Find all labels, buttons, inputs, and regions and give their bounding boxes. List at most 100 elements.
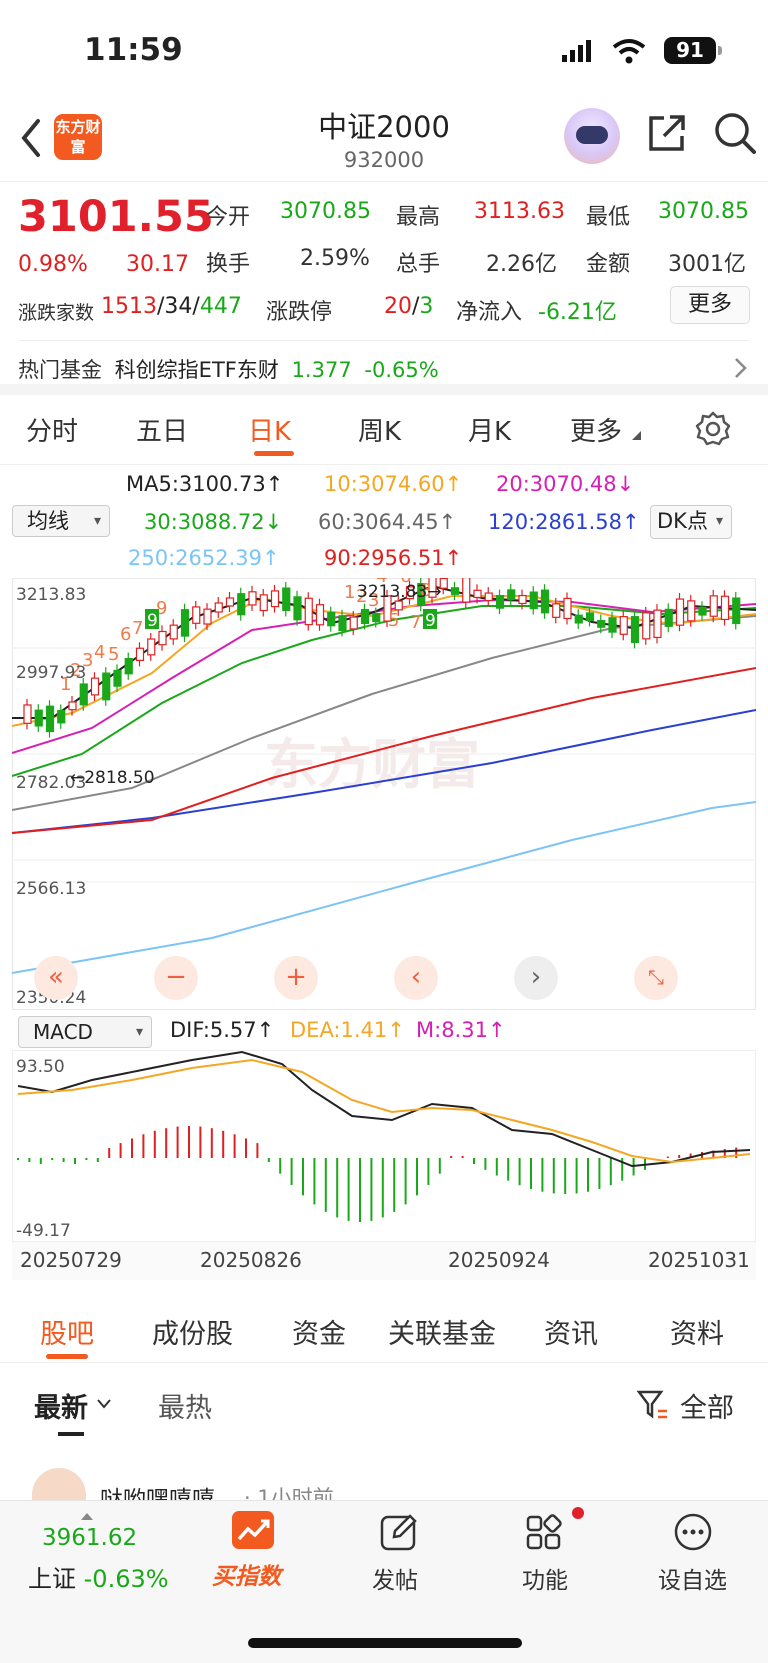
post-time: · 1小时前 (244, 1486, 334, 1500)
caret-up-icon (81, 1513, 93, 1520)
candle-body (79, 683, 88, 706)
compose-icon[interactable] (378, 1511, 420, 1553)
candle-body (248, 591, 257, 606)
turnover-label: 换手 (206, 252, 251, 277)
candle-body (360, 608, 370, 625)
macd-y-max: 93.50 (16, 1057, 65, 1077)
ma-select[interactable]: 均线 (12, 505, 110, 537)
filter-icon[interactable] (636, 1388, 670, 1422)
ma20-label: 20:3070.48↓ (496, 472, 635, 496)
tab-constituents[interactable]: 成份股 (152, 1312, 233, 1351)
scroll-left-button[interactable]: ‹ (394, 956, 438, 1000)
td-mark-red: 7 (410, 612, 421, 633)
candle-body (585, 612, 595, 622)
buy-index-label[interactable]: 买指数 (212, 1557, 281, 1591)
candle-body (158, 630, 167, 646)
tab-monthly-k[interactable]: 月K (468, 411, 511, 448)
dropdown-triangle-icon (632, 431, 641, 440)
ma90-label: 90:2956.51↑ (324, 546, 463, 570)
candle-body (34, 709, 43, 727)
battery-indicator: 91 (664, 37, 722, 64)
candle-body (484, 592, 493, 602)
functions-label[interactable]: 功能 (522, 1561, 568, 1595)
candle-body (315, 604, 325, 626)
ma250-label: 250:2652.39↑ (128, 546, 280, 570)
candle-body (180, 609, 190, 637)
m-label: M:8.31↑ (416, 1018, 506, 1042)
candle-body (113, 669, 122, 687)
date-label: 20251031 (648, 1248, 750, 1272)
candle-body (495, 595, 505, 609)
amount-label: 金额 (586, 252, 631, 277)
indicator-select[interactable]: MACD (18, 1016, 152, 1048)
avatar[interactable] (32, 1468, 86, 1500)
candle-body (282, 587, 291, 612)
tab-daily-k[interactable]: 日K (248, 411, 291, 448)
dock-index-name: 上证 (28, 1565, 76, 1593)
scroll-to-start-button[interactable]: « (34, 956, 78, 1000)
candle-body (563, 597, 572, 620)
apps-grid-icon[interactable] (524, 1511, 568, 1553)
zoom-in-button[interactable]: + (274, 956, 318, 1000)
search-icon[interactable] (712, 110, 758, 156)
assistant-robot-icon[interactable] (564, 108, 620, 164)
more-button[interactable]: 更多 (670, 286, 750, 324)
tab-profile[interactable]: 资料 (670, 1312, 724, 1351)
candle-body (57, 709, 66, 724)
tab-related-funds[interactable]: 关联基金 (388, 1312, 496, 1351)
add-watchlist-label[interactable]: 设自选 (658, 1561, 727, 1595)
y-label-max: 3213.83 (16, 585, 86, 605)
dea-line (17, 1058, 751, 1164)
y-label-4: 2566.13 (16, 879, 86, 899)
tab-intraday[interactable]: 分时 (26, 411, 78, 448)
tab-guba[interactable]: 股吧 (40, 1312, 94, 1351)
candle-body (327, 612, 336, 627)
filter-all[interactable]: 全部 (680, 1386, 734, 1425)
macd-chart[interactable]: 93.50 -49.17 (12, 1050, 756, 1242)
candle-body (507, 589, 516, 601)
post-label[interactable]: 发帖 (372, 1561, 418, 1595)
ma60-label: 60:3064.45↑ (318, 510, 457, 534)
zoom-out-button[interactable]: − (154, 956, 198, 1000)
candle-body (372, 612, 381, 623)
candle-body (574, 614, 583, 624)
tab-funds-flow[interactable]: 资金 (292, 1312, 346, 1351)
scroll-right-button[interactable]: › (514, 956, 558, 1000)
chart-tabs: 分时 五日 日K 周K 月K 更多 (0, 395, 768, 465)
chevron-right-icon[interactable] (733, 356, 749, 380)
candle-body (540, 589, 550, 614)
settings-gear-icon[interactable] (694, 410, 732, 448)
share-icon[interactable] (646, 112, 688, 154)
kline-chart[interactable]: 东方财富 1234567891234567899 3213.83 2997.93… (12, 578, 756, 1010)
wifi-icon (612, 39, 646, 64)
status-time: 11:59 (84, 32, 183, 68)
dk-point-button[interactable]: DK点 (650, 505, 732, 539)
period-low-label: ←2818.50 (70, 768, 155, 788)
dock-index-pct: -0.63% (83, 1565, 169, 1593)
tab-weekly-k[interactable]: 周K (358, 411, 401, 448)
dock-index-value[interactable]: 3961.62 (42, 1525, 137, 1551)
candle-body (552, 603, 561, 618)
post-username[interactable]: 哒哟嘿嘻嘻 (100, 1480, 215, 1500)
dock-index-row[interactable]: 上证 -0.63% (28, 1559, 169, 1594)
high-label: 最高 (396, 205, 441, 230)
candle-body (259, 594, 268, 612)
candle-body (518, 594, 527, 605)
tab-more[interactable]: 更多 (570, 411, 622, 448)
td-mark-green: 9 (147, 611, 158, 631)
tab-five-day[interactable]: 五日 (136, 411, 188, 448)
candle-body (732, 597, 741, 625)
td-mark-green: 9 (425, 611, 436, 631)
buy-index-icon[interactable] (232, 1511, 274, 1549)
sort-latest[interactable]: 最新 (34, 1386, 88, 1425)
more-dots-icon[interactable] (672, 1511, 714, 1553)
fullscreen-button[interactable]: ⤡ (634, 956, 678, 1000)
tab-news[interactable]: 资讯 (544, 1312, 598, 1351)
section-gap (0, 384, 768, 395)
candle-body (698, 606, 707, 616)
hot-fund-row[interactable]: 热门基金 科创综指ETF东财 1.377 -0.65% (18, 354, 758, 384)
candle-body (214, 602, 223, 613)
sort-hot[interactable]: 最热 (158, 1386, 212, 1425)
date-label: 20250924 (448, 1248, 550, 1272)
candle-body (237, 593, 246, 616)
